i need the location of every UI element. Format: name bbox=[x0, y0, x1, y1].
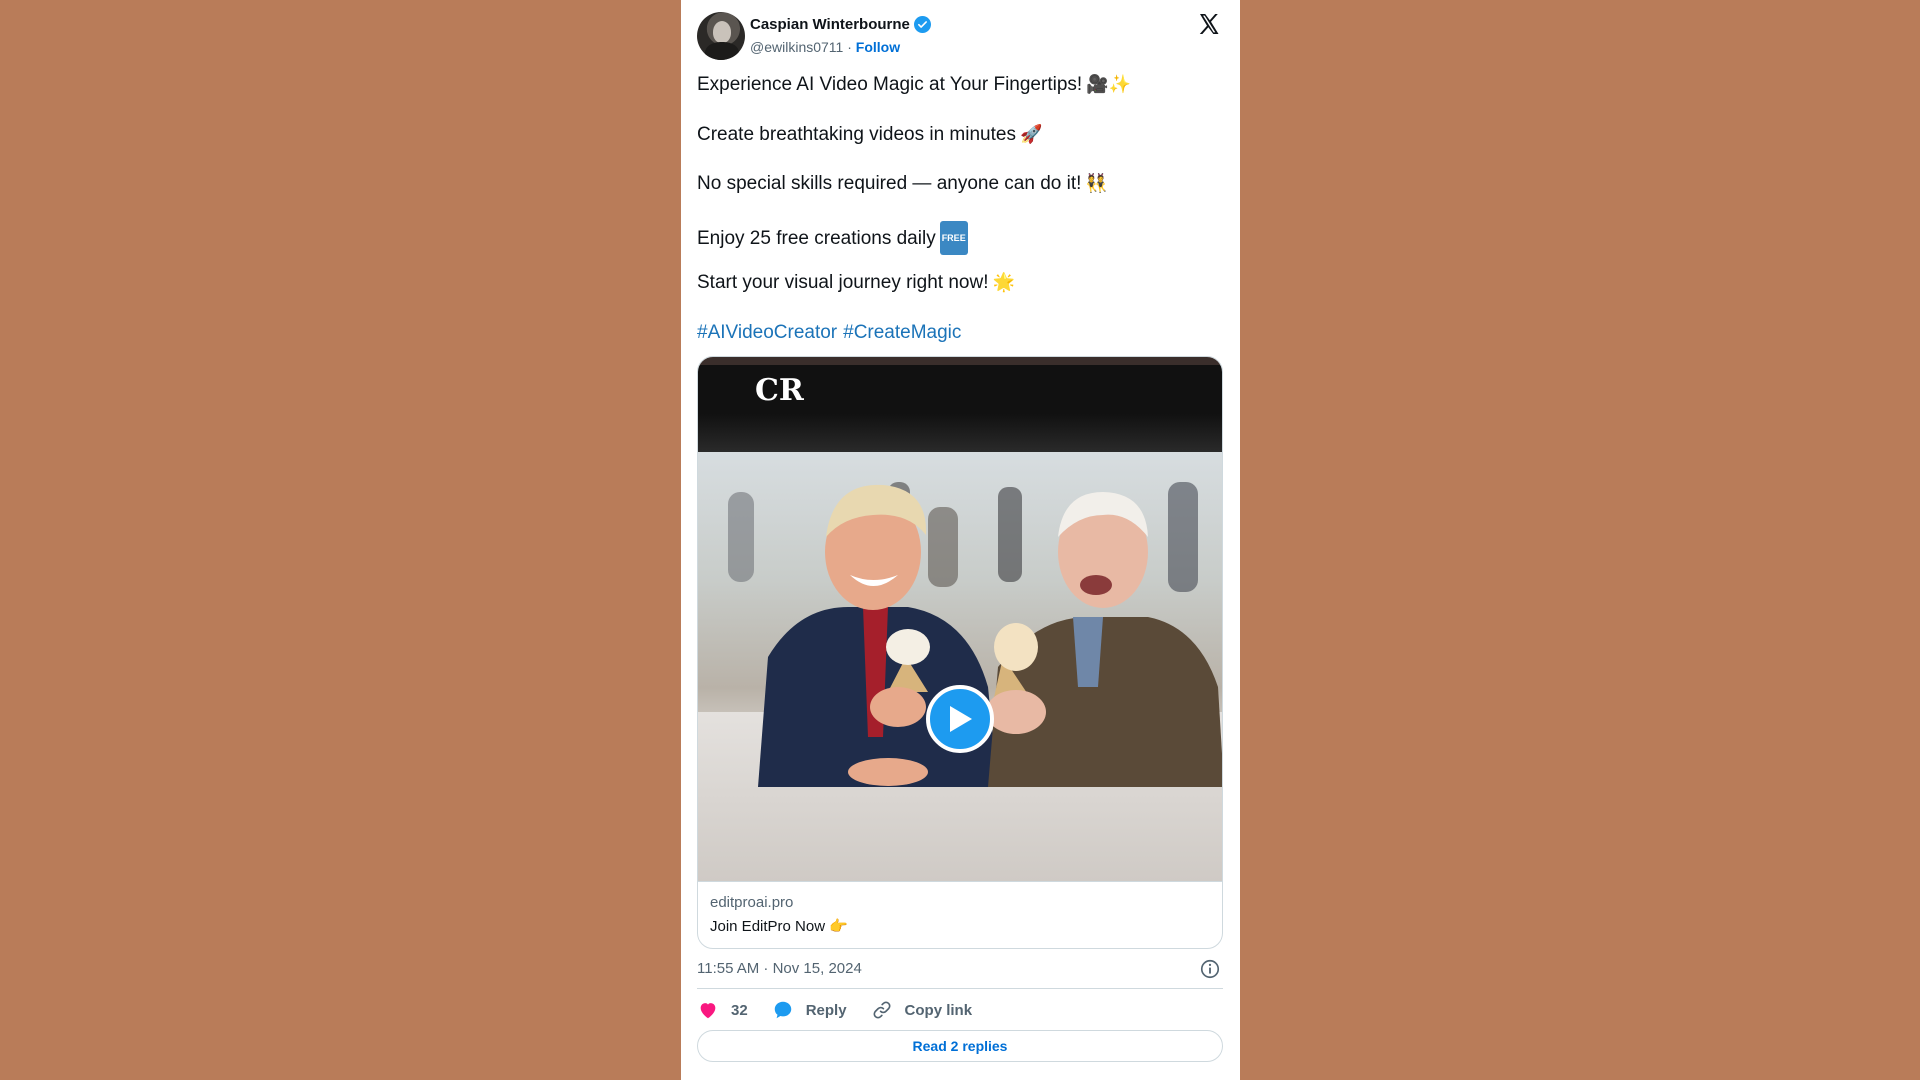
video-header-bar: CR bbox=[698, 357, 1222, 452]
video-overlay-text: CR bbox=[755, 373, 804, 408]
reply-button[interactable]: Reply bbox=[772, 999, 847, 1021]
like-count: 32 bbox=[731, 1001, 748, 1019]
media-card[interactable]: CR editproai.pro Join EditPro Now 👉 bbox=[697, 356, 1223, 949]
star-emoji: 🌟 bbox=[992, 272, 1015, 293]
follow-button[interactable]: Follow bbox=[856, 39, 900, 55]
link-domain: editproai.pro bbox=[710, 894, 794, 911]
free-badge-icon: FREE bbox=[939, 220, 968, 255]
x-logo-icon[interactable] bbox=[1197, 12, 1221, 36]
reply-bubble-icon bbox=[774, 1001, 791, 1019]
tweet-line: Create breathtaking videos in minutes 🚀 bbox=[697, 122, 1217, 148]
hashtags: #AIVideoCreator #CreateMagic bbox=[697, 320, 1217, 346]
avatar[interactable] bbox=[697, 12, 745, 60]
copy-link-button[interactable]: Copy link bbox=[871, 999, 973, 1021]
people-emoji: 👯 bbox=[1085, 173, 1108, 194]
reply-label: Reply bbox=[805, 1001, 847, 1019]
tweet-line: Start your visual journey right now! 🌟 bbox=[697, 270, 1217, 296]
video-thumbnail[interactable]: CR bbox=[698, 357, 1222, 881]
hashtag-link[interactable]: #AIVideoCreator bbox=[697, 322, 837, 343]
separator-dot: · bbox=[847, 39, 852, 55]
like-button[interactable]: 32 bbox=[697, 999, 748, 1021]
hashtag-link[interactable]: #CreateMagic bbox=[843, 322, 961, 343]
tweet-line: Experience AI Video Magic at Your Finger… bbox=[697, 72, 1217, 98]
link-title: Join EditPro Now 👉 bbox=[710, 918, 848, 935]
link-icon bbox=[873, 1001, 891, 1019]
link-preview[interactable]: editproai.pro Join EditPro Now 👉 bbox=[698, 881, 1222, 948]
tweet-timestamp[interactable]: 11:55 AM · Nov 15, 2024 bbox=[697, 960, 862, 977]
person-right-image bbox=[986, 492, 1222, 787]
tweet-line: No special skills required — anyone can … bbox=[697, 171, 1217, 197]
action-bar: 32 Reply Copy link bbox=[697, 998, 996, 1022]
video-scene-image bbox=[698, 452, 1222, 881]
author-name-row: Caspian Winterbourne bbox=[750, 16, 931, 33]
play-button[interactable] bbox=[926, 685, 994, 753]
divider bbox=[697, 988, 1223, 989]
camera-sparkles-emoji: 🎥✨ bbox=[1086, 74, 1131, 95]
verified-badge-icon bbox=[913, 16, 931, 33]
play-icon bbox=[950, 706, 972, 732]
author-handle-row: @ewilkins0711 · Follow bbox=[750, 39, 900, 55]
heart-icon bbox=[700, 1003, 716, 1019]
info-icon[interactable] bbox=[1199, 958, 1221, 980]
author-handle[interactable]: @ewilkins0711 bbox=[750, 39, 843, 55]
tweet-text: Experience AI Video Magic at Your Finger… bbox=[697, 72, 1217, 369]
read-replies-button[interactable]: Read 2 replies bbox=[697, 1030, 1223, 1062]
tweet-line: Enjoy 25 free creations daily FREE bbox=[697, 220, 1217, 255]
copy-link-label: Copy link bbox=[904, 1001, 973, 1019]
tweet-card: Caspian Winterbourne @ewilkins0711 · Fol… bbox=[681, 0, 1240, 1080]
rocket-emoji: 🚀 bbox=[1019, 123, 1043, 145]
author-name[interactable]: Caspian Winterbourne bbox=[750, 16, 910, 33]
